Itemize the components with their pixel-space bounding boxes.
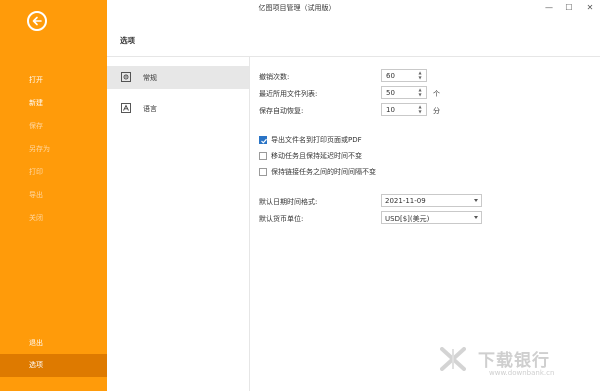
sidebar: 打开 新建 保存 另存为 打印 导出 关闭 退出 选项 xyxy=(0,0,107,391)
date-format-select[interactable]: 2021-11-09 xyxy=(381,194,482,207)
maximize-button[interactable]: ☐ xyxy=(562,2,576,14)
close-button[interactable]: ✕ xyxy=(583,2,597,14)
back-button[interactable] xyxy=(27,11,47,31)
menu-item-close[interactable]: 关闭 xyxy=(0,207,107,230)
chevron-down-icon xyxy=(474,199,478,202)
watermark-logo-icon xyxy=(440,347,466,371)
menu-item-exit[interactable]: 退出 xyxy=(0,332,107,355)
panel-divider xyxy=(249,56,250,391)
category-general[interactable]: 常规 xyxy=(107,66,249,89)
watermark-text: 下载银行 xyxy=(478,351,550,371)
undo-count-stepper[interactable]: 60 ▲ ▼ xyxy=(381,69,427,82)
arrow-left-icon xyxy=(32,16,42,26)
watermark-url: www.downbank.cn xyxy=(489,369,555,377)
currency-value: USD[$](美元) xyxy=(385,215,430,223)
category-language[interactable]: 语言 xyxy=(107,97,249,120)
recent-files-stepper[interactable]: 50 ▲ ▼ xyxy=(381,86,427,99)
category-label: 语言 xyxy=(143,105,157,113)
undo-count-value: 60 xyxy=(386,72,395,80)
gear-icon xyxy=(121,72,131,82)
menu-item-print[interactable]: 打印 xyxy=(0,161,107,184)
currency-select[interactable]: USD[$](美元) xyxy=(381,211,482,224)
app-title: 亿图项目管理（试用版） xyxy=(258,4,336,12)
title-bar: 亿图项目管理（试用版） — ☐ ✕ xyxy=(107,0,600,18)
recent-files-unit: 个 xyxy=(433,90,440,98)
move-task-checkbox[interactable] xyxy=(259,152,267,160)
page-title: 选项 xyxy=(120,36,135,45)
export-filename-checkbox[interactable] xyxy=(259,136,267,144)
chevron-down-icon xyxy=(474,216,478,219)
header-divider xyxy=(107,56,600,57)
check-icon xyxy=(261,138,267,144)
export-filename-label: 导出文件名到打印页面或PDF xyxy=(271,136,362,144)
recent-files-value: 50 xyxy=(386,89,395,97)
menu-item-options[interactable]: 选项 xyxy=(0,354,107,377)
undo-count-label: 撤销次数: xyxy=(259,73,290,81)
move-task-label: 移动任务且保持延迟时间不变 xyxy=(271,152,362,160)
keep-interval-checkbox[interactable] xyxy=(259,168,267,176)
stepper-arrows-icon[interactable]: ▲ ▼ xyxy=(416,70,424,81)
minimize-button[interactable]: — xyxy=(542,2,556,14)
menu-item-new[interactable]: 新建 xyxy=(0,92,107,115)
menu-item-save[interactable]: 保存 xyxy=(0,115,107,138)
stepper-arrows-icon[interactable]: ▲ ▼ xyxy=(416,104,424,115)
autosave-label: 保存自动恢复: xyxy=(259,107,304,115)
language-icon xyxy=(121,103,131,113)
keep-interval-label: 保持链接任务之间的时间间隔不变 xyxy=(271,168,376,176)
date-format-label: 默认日期时间格式: xyxy=(259,198,318,206)
category-label: 常规 xyxy=(143,74,157,82)
autosave-value: 10 xyxy=(386,106,395,114)
menu-item-save-as[interactable]: 另存为 xyxy=(0,138,107,161)
menu-item-export[interactable]: 导出 xyxy=(0,184,107,207)
recent-files-label: 最近所用文件列表: xyxy=(259,90,318,98)
currency-label: 默认货币单位: xyxy=(259,215,304,223)
autosave-unit: 分 xyxy=(433,107,440,115)
date-format-value: 2021-11-09 xyxy=(385,197,426,205)
menu-item-open[interactable]: 打开 xyxy=(0,69,107,92)
autosave-stepper[interactable]: 10 ▲ ▼ xyxy=(381,103,427,116)
stepper-arrows-icon[interactable]: ▲ ▼ xyxy=(416,87,424,98)
